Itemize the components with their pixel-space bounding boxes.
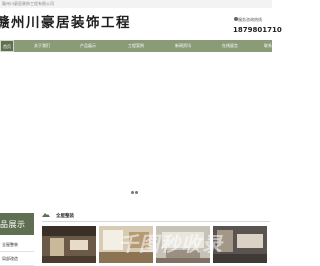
nav-item-products[interactable]: 产品展示 [68,40,108,52]
sidebar-list: 全屋整装 局部改造 [0,238,34,266]
sidebar-title: 品展示 [0,220,26,229]
slider-dot[interactable] [131,191,134,194]
hotline-number: 1879801710 [233,26,282,34]
nav-item-news[interactable]: 新闻资讯 [163,40,203,52]
nav-item-cases[interactable]: 工程案例 [116,40,156,52]
top-bar-text: 赣州川豪居装饰工程有限公司 [2,1,54,6]
sidebar-item-renovation[interactable]: 局部改造 [0,252,34,266]
nav-item-message[interactable]: 在线留言 [210,40,250,52]
nav-item-about[interactable]: 关于我们 [22,40,62,52]
house-icon [42,213,50,217]
watermark-text: 千图秒收录 [118,232,223,256]
section-title: 全屋整装 [56,214,74,219]
top-bar: 赣州川豪居装饰工程有限公司 [0,0,272,8]
sidebar-heading: 品展示 [0,213,34,235]
nav-item-contact[interactable]: 联系我们 [252,40,292,52]
main-nav: 首页 关于我们 产品展示 工程案例 新闻资讯 在线留言 联系我们 [0,40,280,52]
section-divider [42,221,270,222]
banner-slider [0,52,272,200]
slider-dot[interactable] [135,191,138,194]
brand-logo-text[interactable]: 赣州川豪居装饰工程 [0,11,131,31]
header: 赣州川豪居装饰工程 服务咨询热线 1879801710 [0,8,282,34]
sidebar-item-whole-house[interactable]: 全屋整装 [0,238,34,252]
hotline-label: 服务咨询热线 [238,17,262,22]
product-image[interactable] [42,226,96,263]
slider-pagination [131,179,139,198]
nav-item-home[interactable]: 首页 [0,40,14,52]
